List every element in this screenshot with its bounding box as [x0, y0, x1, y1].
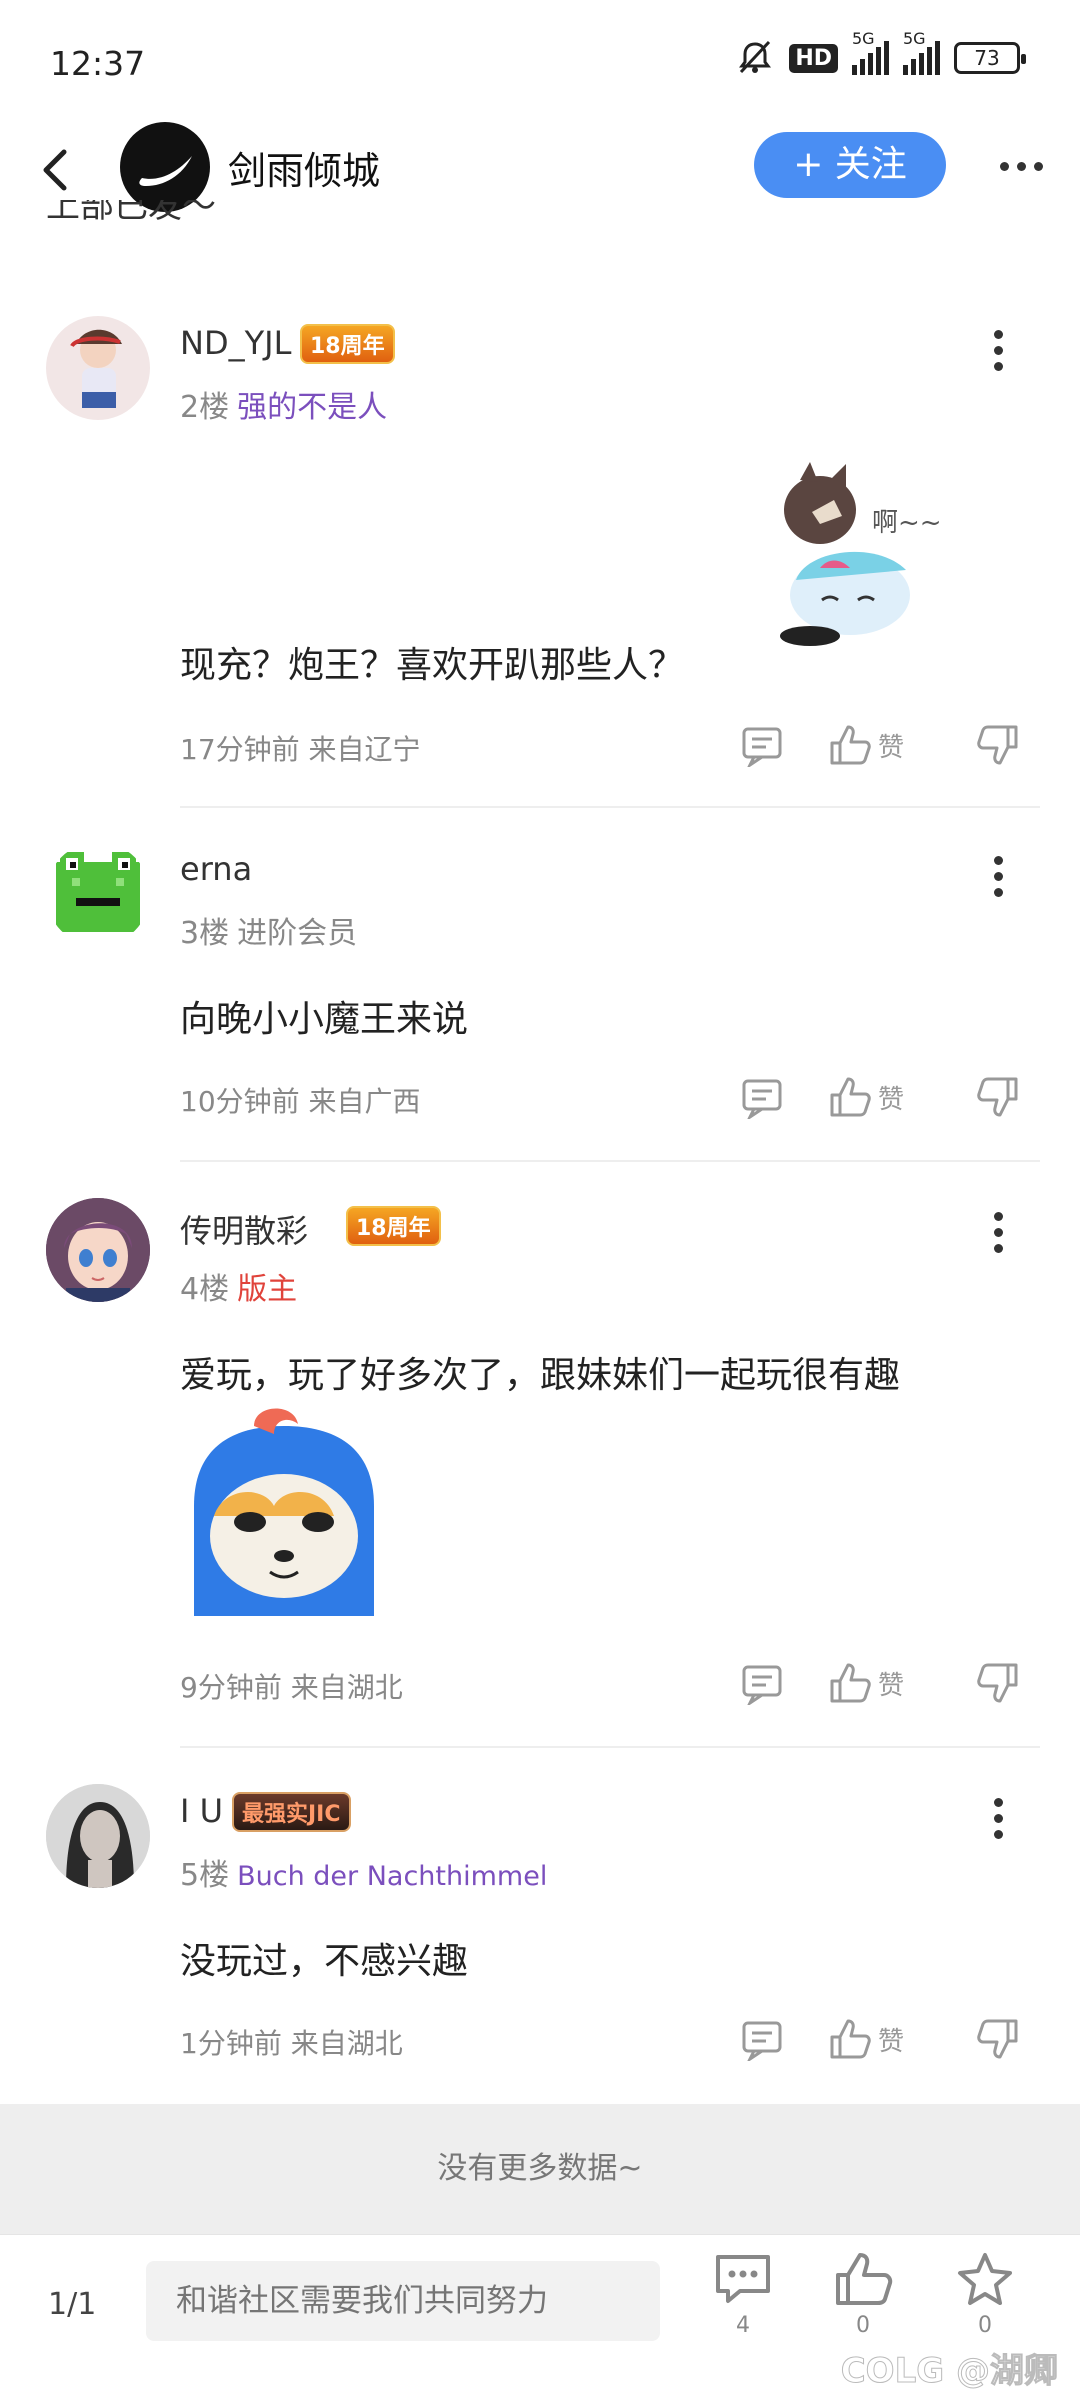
dislike-button[interactable]: [976, 1658, 1020, 1708]
comment-text: 爱玩，玩了好多次了，跟妹妹们一起玩很有趣: [180, 1355, 901, 1396]
comment-input[interactable]: [146, 2261, 660, 2341]
status-time: 12:37: [50, 44, 146, 83]
comment-icon: [742, 727, 782, 767]
avatar[interactable]: [46, 1784, 150, 1888]
comment-actions: 赞: [740, 1072, 1030, 1122]
like-button[interactable]: 赞: [828, 2014, 904, 2064]
divider: [180, 1160, 1040, 1162]
comment-meta: 17分钟前 来自辽宁: [180, 733, 421, 766]
comment-actions: 赞: [740, 2014, 1030, 2064]
floor-info: 2楼 强的不是人: [180, 390, 388, 425]
like-button[interactable]: 赞: [828, 1072, 904, 1122]
sticker-image: 啊~~: [760, 460, 960, 650]
avatar[interactable]: [46, 1198, 150, 1302]
sticker-image: [184, 1406, 394, 1616]
anniversary-badge: 18周年: [300, 324, 395, 364]
comment-more-icon[interactable]: [994, 330, 1003, 371]
dislike-button[interactable]: [976, 2014, 1020, 2064]
comment-actions: 赞: [740, 1658, 1030, 1708]
comments-count: 4: [736, 2313, 750, 2338]
thumbs-down-icon: [977, 1663, 1018, 1703]
anniversary-badge: 18周年: [346, 1206, 441, 1246]
status-bar: 12:37 HD 5G 5G 73: [0, 0, 1080, 120]
reply-button[interactable]: [740, 2014, 784, 2064]
comment-meta: 9分钟前 来自湖北: [180, 1671, 403, 1704]
comment-meta: 1分钟前 来自湖北: [180, 2027, 403, 2060]
favorite-button[interactable]: 0: [950, 2251, 1020, 2338]
username[interactable]: erna: [180, 850, 252, 888]
thumbs-up-icon: [836, 2253, 893, 2305]
thumbs-up-icon: [830, 1663, 871, 1703]
more-options-icon[interactable]: [1000, 162, 1043, 171]
comment-more-icon[interactable]: [994, 1212, 1003, 1253]
thumbs-down-icon: [977, 2019, 1018, 2059]
comment-meta: 10分钟前 来自广西: [180, 1085, 421, 1118]
comment-actions: 赞: [740, 720, 1030, 770]
thumbs-up-icon: [830, 725, 871, 765]
watermark: COLG @湖卿: [840, 2351, 1058, 2392]
status-icons: HD 5G 5G 73: [735, 29, 1026, 78]
dislike-button[interactable]: [976, 1072, 1020, 1122]
floor-info: 3楼 进阶会员: [180, 916, 358, 951]
author-name[interactable]: 剑雨倾城: [228, 140, 380, 195]
thumbs-up-icon: [830, 1077, 871, 1117]
avatar[interactable]: [46, 316, 150, 420]
like-post-button[interactable]: 0: [828, 2251, 898, 2338]
thumbs-up-icon: [830, 2019, 871, 2059]
comment-icon: [716, 2255, 770, 2303]
mute-bell-icon: [739, 40, 772, 74]
star-icon: [958, 2253, 1012, 2305]
follow-button[interactable]: + 关注: [754, 132, 946, 198]
comment-icon: [742, 2021, 782, 2061]
divider: [180, 1746, 1040, 1748]
sticker-text: 啊~~: [872, 508, 942, 538]
page-indicator[interactable]: 1/1: [48, 2287, 96, 2322]
comment-icon: [742, 1665, 782, 1705]
avatar[interactable]: [46, 842, 150, 946]
comment-icon: [742, 1079, 782, 1119]
hd-icon: HD: [789, 43, 838, 73]
floor-info: 4楼 版主: [180, 1272, 298, 1307]
comment-text: 现充？炮王？喜欢开趴那些人？: [180, 645, 685, 686]
truncated-text: 上部已发～: [46, 200, 216, 226]
title-badge: 最强实JIC: [232, 1792, 351, 1832]
comment-text: 向晚小小魔王来说: [180, 999, 469, 1040]
likes-count: 0: [856, 2313, 870, 2338]
author-avatar[interactable]: [120, 122, 210, 212]
back-icon[interactable]: [36, 146, 76, 194]
divider: [180, 806, 1040, 808]
reply-button[interactable]: [740, 1072, 784, 1122]
floor-info: 5楼 Buch der Nachthimmel: [180, 1858, 548, 1893]
comment-text: 没玩过，不感兴趣: [180, 1941, 469, 1982]
comment-more-icon[interactable]: [994, 856, 1003, 897]
dislike-button[interactable]: [976, 720, 1020, 770]
thumbs-down-icon: [977, 1077, 1018, 1117]
like-button[interactable]: 赞: [828, 1658, 904, 1708]
username[interactable]: 传明散彩: [180, 1206, 308, 1252]
bottom-bar: 1/1 4 0 0 COLG @湖卿: [0, 2234, 1080, 2400]
reply-button[interactable]: [740, 720, 784, 770]
comments-button[interactable]: 4: [708, 2251, 778, 2338]
battery-icon: 73: [954, 42, 1026, 74]
reply-button[interactable]: [740, 1658, 784, 1708]
comment-more-icon[interactable]: [994, 1798, 1003, 1839]
thumbs-down-icon: [977, 725, 1018, 765]
signal-1: 5G: [852, 29, 889, 75]
stars-count: 0: [978, 2313, 992, 2338]
username[interactable]: ND_YJL: [180, 324, 291, 362]
like-button[interactable]: 赞: [828, 720, 904, 770]
signal-2: 5G: [903, 29, 940, 75]
username[interactable]: I U: [180, 1792, 223, 1830]
no-more-data: 没有更多数据~: [0, 2104, 1080, 2234]
